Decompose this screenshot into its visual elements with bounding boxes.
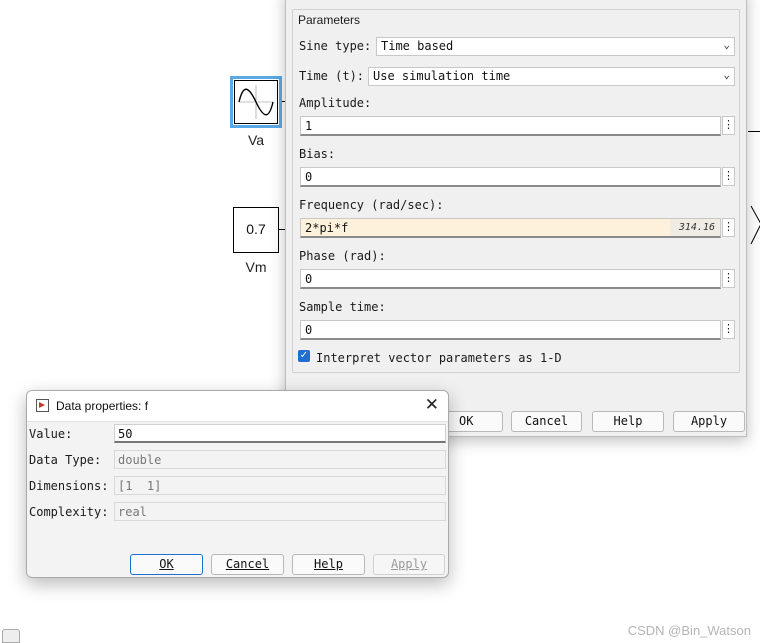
- constant-value: 0.7: [246, 221, 266, 237]
- phase-field[interactable]: 0: [300, 269, 721, 289]
- data-properties-dialog: Data properties: f ✕ Value: 50 Data Type…: [26, 390, 449, 578]
- chevron-down-icon: ⌄: [723, 68, 730, 81]
- data-ok-button[interactable]: OK: [130, 554, 203, 575]
- sine-wave-icon: [238, 85, 274, 119]
- app-icon: [36, 399, 49, 412]
- chevron-down-icon: ⌄: [723, 38, 730, 51]
- interpret-vector-label: Interpret vector parameters as 1-D: [316, 351, 562, 365]
- param-cancel-label: Cancel: [524, 414, 569, 428]
- phase-label: Phase (rad):: [299, 249, 386, 263]
- param-ok-label: OK: [459, 414, 474, 428]
- disk-icon: [2, 629, 20, 643]
- param-cancel-button[interactable]: Cancel: [511, 411, 582, 432]
- data-apply-label: Apply: [390, 557, 428, 571]
- data-properties-title: Data properties: f: [56, 399, 149, 413]
- frequency-evaluated-value: 314.16: [670, 219, 720, 236]
- value-label: Value:: [29, 427, 73, 441]
- close-icon[interactable]: ✕: [425, 395, 439, 415]
- data-help-button[interactable]: Help: [292, 554, 365, 575]
- bias-label: Bias:: [299, 147, 336, 161]
- interpret-vector-checkbox[interactable]: ✓: [298, 350, 310, 362]
- bias-field[interactable]: 0: [300, 167, 721, 187]
- partial-gain-block[interactable]: [748, 200, 760, 260]
- data-type-field: double: [114, 450, 446, 469]
- data-type-label: Data Type:: [29, 453, 102, 467]
- data-help-label: Help: [314, 557, 343, 571]
- watermark: CSDN @Bin_Watson: [627, 623, 751, 638]
- amplitude-field[interactable]: 1: [300, 116, 721, 136]
- phase-options-button[interactable]: ⋮: [722, 269, 735, 288]
- param-help-label: Help: [613, 414, 643, 428]
- param-ok-button[interactable]: OK: [446, 411, 503, 432]
- complexity-field: real: [114, 502, 446, 521]
- data-cancel-label: Cancel: [225, 557, 270, 571]
- parameters-group-title: Parameters: [296, 13, 363, 27]
- frequency-label: Frequency (rad/sec):: [299, 198, 444, 212]
- time-select[interactable]: Use simulation time ⌄: [368, 67, 735, 86]
- time-value: Use simulation time: [373, 69, 511, 83]
- dimensions-field: [1 1]: [114, 476, 446, 495]
- frequency-field[interactable]: 2*pi*f 314.16: [300, 218, 721, 238]
- param-help-button[interactable]: Help: [592, 411, 664, 432]
- frequency-value: 2*pi*f: [305, 221, 349, 235]
- data-properties-titlebar[interactable]: Data properties: f ✕: [27, 391, 448, 422]
- frequency-options-button[interactable]: ⋮: [722, 218, 735, 237]
- time-label: Time (t):: [299, 69, 365, 83]
- sample-time-options-button[interactable]: ⋮: [722, 320, 735, 339]
- complexity-label: Complexity:: [29, 505, 109, 519]
- data-ok-label: OK: [159, 557, 174, 571]
- constant-block[interactable]: 0.7: [233, 207, 279, 253]
- block-parameters-dialog: Parameters Sine type: Time based ⌄ Time …: [285, 0, 747, 437]
- parameters-group: [292, 9, 740, 373]
- amplitude-options-button[interactable]: ⋮: [722, 116, 735, 135]
- sine-type-select[interactable]: Time based ⌄: [376, 37, 735, 56]
- value-field[interactable]: 50: [114, 424, 446, 443]
- block-va-label: Va: [247, 132, 265, 148]
- param-apply-button[interactable]: Apply: [673, 411, 745, 432]
- sample-time-field[interactable]: 0: [300, 320, 721, 340]
- sine-type-label: Sine type:: [299, 39, 372, 53]
- data-apply-button[interactable]: Apply: [373, 554, 445, 575]
- block-vm-label: Vm: [245, 259, 267, 275]
- dimensions-label: Dimensions:: [29, 479, 109, 493]
- data-cancel-button[interactable]: Cancel: [211, 554, 284, 575]
- bias-options-button[interactable]: ⋮: [722, 167, 735, 186]
- sine-wave-block[interactable]: [234, 80, 278, 124]
- amplitude-label: Amplitude:: [299, 96, 372, 110]
- param-apply-label: Apply: [690, 414, 728, 428]
- sample-time-label: Sample time:: [299, 300, 386, 314]
- sine-type-value: Time based: [381, 39, 454, 53]
- line-right-edge: [748, 131, 760, 132]
